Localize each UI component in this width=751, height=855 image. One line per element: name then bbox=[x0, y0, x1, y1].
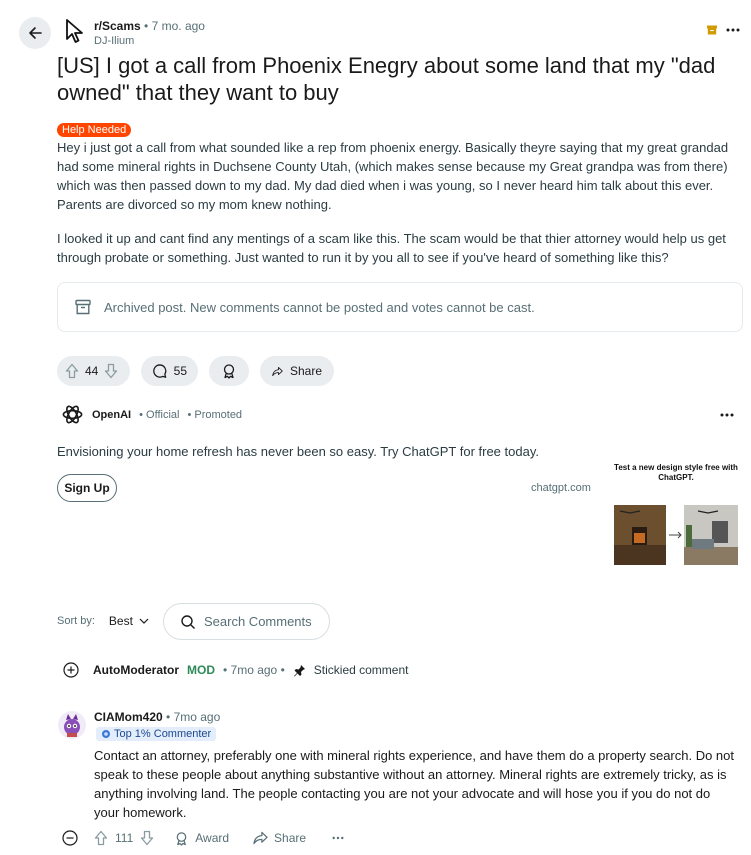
more-options-icon[interactable] bbox=[332, 836, 344, 840]
sign-up-button[interactable]: Sign Up bbox=[57, 474, 117, 502]
share-arrow-icon bbox=[272, 366, 283, 376]
comment-age: • 7mo ago bbox=[166, 710, 221, 724]
search-placeholder: Search Comments bbox=[204, 614, 312, 629]
downvote-icon[interactable] bbox=[104, 363, 118, 379]
promo-domain[interactable]: chatgpt.com bbox=[531, 482, 591, 494]
top-commenter-badge: Top 1% Commenter bbox=[96, 727, 217, 741]
promoted-text: Envisioning your home refresh has never … bbox=[57, 444, 539, 459]
post-body-paragraph: I looked it up and cant find any menting… bbox=[57, 231, 726, 265]
comment-age: • 7mo ago • bbox=[223, 663, 285, 677]
comment-vote-count: 111 bbox=[115, 831, 134, 845]
award-icon bbox=[223, 364, 235, 379]
promoted-header: OpenAI • Official • Promoted bbox=[61, 403, 242, 426]
official-label: • Official bbox=[139, 408, 180, 421]
stickied-comment-header: AutoModerator MOD • 7mo ago • Stickied c… bbox=[63, 662, 408, 678]
vote-bar: 44 bbox=[57, 356, 130, 386]
sort-label: Sort by: bbox=[57, 615, 95, 627]
award-icon[interactable] bbox=[174, 831, 189, 846]
promoted-label: • Promoted bbox=[187, 408, 243, 421]
archive-box-icon bbox=[75, 299, 91, 315]
search-comments-input[interactable]: Search Comments bbox=[163, 603, 330, 640]
openai-logo-icon bbox=[62, 405, 83, 424]
comment-bubble-icon bbox=[153, 364, 167, 378]
expand-plus-icon[interactable] bbox=[63, 662, 79, 678]
ad-caption: Test a new design style free with ChatGP… bbox=[614, 463, 738, 482]
downvote-icon[interactable] bbox=[140, 830, 154, 846]
comment-actions: 111 Award Share bbox=[62, 830, 344, 846]
award-button[interactable] bbox=[209, 356, 249, 386]
comment-text: Contact an attorney, preferably one with… bbox=[94, 748, 735, 820]
chevron-down-icon bbox=[139, 618, 149, 624]
avatar[interactable] bbox=[58, 711, 86, 739]
upvote-icon[interactable] bbox=[65, 363, 79, 379]
post-meta: r/Scams • 7 mo. ago bbox=[94, 19, 205, 33]
comment-header: CIAMom420 • 7mo ago bbox=[94, 710, 220, 724]
post-age: 7 mo. ago bbox=[151, 19, 205, 33]
share-arrow-icon[interactable] bbox=[253, 831, 268, 845]
more-options-icon[interactable] bbox=[726, 28, 740, 32]
medal-icon bbox=[102, 730, 110, 738]
share-label[interactable]: Share bbox=[274, 831, 306, 845]
advertiser-name[interactable]: OpenAI bbox=[92, 409, 131, 421]
cursor-icon bbox=[66, 19, 83, 43]
post-top-actions bbox=[706, 24, 740, 36]
award-label[interactable]: Award bbox=[195, 831, 229, 845]
share-label: Share bbox=[289, 364, 322, 378]
subreddit-link[interactable]: r/Scams bbox=[94, 19, 141, 33]
subreddit-avatar[interactable] bbox=[60, 17, 88, 45]
promo-more-icon[interactable] bbox=[720, 413, 734, 417]
comment-author[interactable]: AutoModerator bbox=[93, 663, 179, 677]
ad-image[interactable]: Test a new design style free with ChatGP… bbox=[614, 463, 738, 573]
comments-button[interactable]: 55 bbox=[141, 356, 198, 386]
archived-notice: Archived post. New comments cannot be po… bbox=[57, 282, 743, 332]
back-button[interactable] bbox=[19, 17, 51, 49]
flair-badge[interactable]: Help Needed bbox=[57, 123, 132, 137]
post-author[interactable]: DJ-Ilium bbox=[94, 35, 134, 47]
arrow-left-icon bbox=[29, 27, 42, 39]
meta-separator: • bbox=[144, 19, 149, 33]
post-title: [US] I got a call from Phoenix Enegry ab… bbox=[57, 53, 716, 105]
archive-icon bbox=[707, 25, 717, 35]
share-button[interactable]: Share bbox=[260, 356, 334, 386]
post-body-paragraph: Hey i just got a call from what sounded … bbox=[57, 140, 729, 212]
pin-icon bbox=[293, 664, 305, 676]
stickied-label: Stickied comment bbox=[313, 663, 409, 677]
vote-count: 44 bbox=[85, 364, 99, 378]
avatar-image bbox=[64, 714, 80, 737]
upvote-icon[interactable] bbox=[94, 830, 108, 846]
badge-label: Top 1% Commenter bbox=[114, 728, 212, 740]
room-before-after-image bbox=[614, 505, 738, 565]
sort-value: Best bbox=[108, 614, 133, 628]
comment-count: 55 bbox=[173, 364, 187, 378]
collapse-minus-icon[interactable] bbox=[62, 830, 78, 846]
search-icon bbox=[181, 614, 195, 629]
sort-control[interactable]: Sort by: Best bbox=[57, 614, 149, 628]
comment-author[interactable]: CIAMom420 bbox=[94, 710, 163, 724]
mod-badge: MOD bbox=[187, 663, 215, 677]
archived-notice-text: Archived post. New comments cannot be po… bbox=[104, 299, 535, 315]
